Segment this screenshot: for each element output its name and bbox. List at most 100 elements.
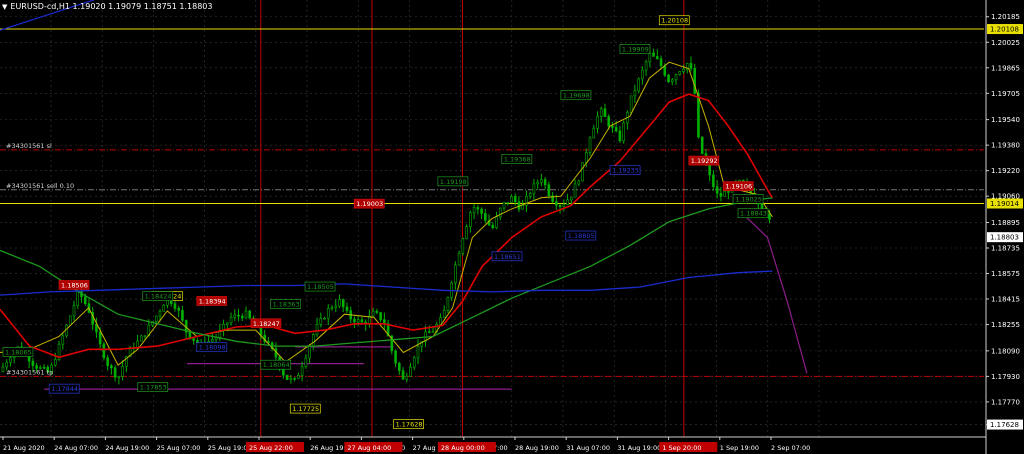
candle-body	[68, 315, 72, 326]
candle-body	[431, 331, 435, 333]
candle-body	[700, 136, 704, 154]
candle-body	[708, 164, 711, 176]
time-highlight-text: 27 Aug 04:00	[347, 444, 391, 452]
trade-label: #34301561 tp	[6, 368, 53, 376]
candle-body	[596, 116, 599, 129]
axis-tick-label: 1.19540	[991, 116, 1020, 124]
time-tick-label: 31 Aug 19:00	[617, 444, 661, 452]
candle-body	[293, 377, 296, 380]
price-tag-text: 1.19106	[725, 183, 752, 191]
candle-body	[326, 308, 330, 319]
candle-body	[240, 315, 244, 319]
candle-body	[678, 71, 682, 75]
candle-body	[248, 310, 252, 319]
candle-body	[181, 310, 184, 321]
candle-body	[689, 63, 693, 69]
candle-body	[614, 127, 618, 132]
candle-body	[356, 319, 360, 323]
axis-tick-label: 1.17770	[991, 398, 1020, 406]
candle-body	[405, 375, 409, 380]
candle-body	[566, 199, 569, 205]
candle-body	[446, 297, 450, 311]
price-tag-text: 1.18065	[5, 348, 32, 356]
time-tick-label: 28 Aug 19:00	[515, 444, 559, 452]
price-tag-text: 1.19025	[735, 195, 762, 203]
candle-body	[513, 196, 517, 203]
axis-tick-label: 1.18090	[991, 347, 1020, 355]
candle-body	[484, 213, 487, 221]
candle-body	[562, 204, 566, 208]
candle-body	[611, 125, 614, 128]
candle-body	[300, 366, 304, 376]
price-tag-text: 1.18394	[199, 297, 226, 305]
candle-body	[558, 204, 562, 208]
price-tag-text: 1.19698	[563, 92, 590, 100]
candle-body	[506, 202, 510, 204]
candle-body	[712, 174, 715, 188]
axis-tick-label: 1.19865	[991, 64, 1020, 72]
candle-body	[345, 306, 349, 311]
candle-body	[98, 331, 102, 345]
time-tick-label: 31 Aug 07:00	[566, 444, 610, 452]
candle-body	[334, 305, 338, 309]
candle-body	[244, 310, 248, 319]
axis-price-label-text: 1.20108	[990, 26, 1019, 34]
price-tag-text: 1.19003	[356, 200, 383, 208]
candle-body	[353, 318, 356, 323]
candle-body	[315, 324, 319, 335]
candle-body	[727, 191, 730, 193]
price-tag-text: 1.18843	[740, 210, 767, 218]
candle-body	[140, 335, 143, 342]
candle-body	[603, 108, 607, 117]
candle-body	[480, 208, 483, 214]
candle-body	[323, 317, 326, 320]
candle-body	[502, 202, 506, 209]
candle-body	[76, 291, 80, 306]
candle-body	[226, 322, 229, 325]
candle-body	[173, 303, 177, 309]
candle-body	[607, 116, 611, 127]
candle-body	[229, 316, 233, 324]
candle-body	[442, 310, 446, 318]
axis-tick-label: 1.19380	[991, 142, 1020, 150]
candle-body	[319, 318, 323, 325]
candle-body	[570, 196, 573, 201]
trade-label: #34301561 sell 0.10	[6, 182, 74, 190]
candle-body	[667, 74, 670, 83]
price-tag-text: 1.18064	[263, 361, 290, 369]
price-tag-text: 1.19368	[504, 155, 531, 163]
candle-body	[117, 376, 121, 378]
candle-body	[498, 207, 502, 218]
price-tag-text: 1.17628	[396, 421, 423, 429]
candle-body	[31, 360, 35, 366]
candle-body	[674, 74, 678, 81]
dropdown-arrow-icon[interactable]: ▼	[2, 2, 7, 12]
axis-price-label-text: 1.19014	[990, 200, 1019, 208]
candle-body	[495, 216, 498, 229]
price-tag-text: 1.18506	[61, 281, 88, 289]
candle-body	[439, 317, 442, 325]
candle-body	[652, 52, 655, 57]
candle-body	[528, 193, 532, 197]
time-highlight-text: 28 Aug 00:00	[441, 444, 485, 452]
trade-label: #34301561 sl	[6, 142, 52, 150]
candle-body	[618, 130, 622, 142]
axis-tick-label: 1.18735	[991, 245, 1020, 253]
chart-header: ▼ EURUSD-cd,H1 1.19020 1.19079 1.18751 1.…	[2, 2, 212, 12]
candle-body	[723, 191, 726, 197]
candle-body	[547, 184, 551, 197]
candle-body	[457, 252, 461, 266]
time-tick-label: 24 Aug 19:00	[105, 444, 149, 452]
candle-body	[285, 374, 289, 380]
axis-tick-label: 1.20025	[991, 39, 1020, 47]
axis-tick-label: 1.18415	[991, 296, 1020, 304]
candle-body	[461, 238, 465, 254]
candle-body	[472, 207, 476, 213]
candle-body	[371, 310, 375, 317]
price-tag-text: 1.18424	[145, 293, 172, 301]
candle-body	[72, 305, 76, 317]
price-chart[interactable]: 1.20108 1.19909 1.19698 1.19368 1.19198 1.190…	[0, 0, 1024, 454]
candle-body	[154, 315, 158, 322]
price-tag-text: 1.19909	[622, 45, 649, 53]
candle-body	[693, 68, 697, 94]
